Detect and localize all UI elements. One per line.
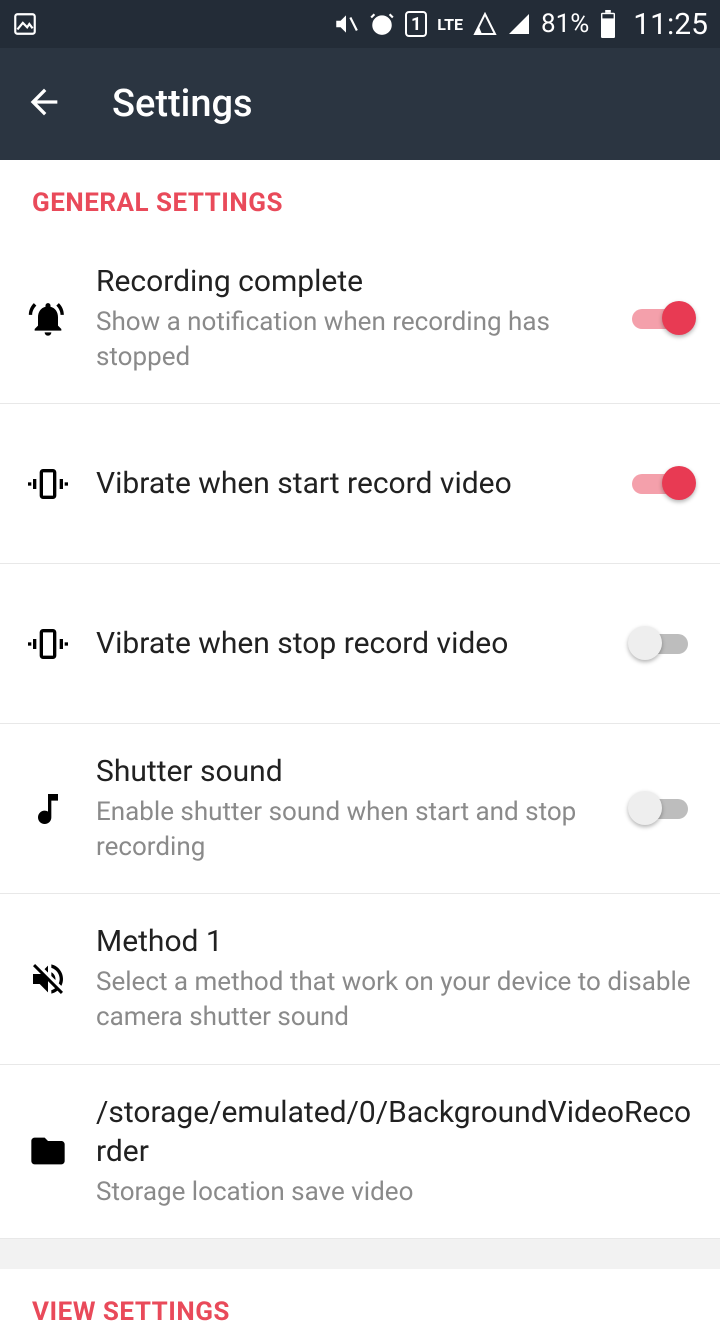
clock: 11:25 bbox=[633, 7, 708, 42]
setting-title: Shutter sound bbox=[96, 752, 604, 791]
app-bar: Settings bbox=[0, 48, 720, 160]
status-left bbox=[12, 11, 38, 37]
battery-icon bbox=[599, 10, 617, 38]
toggle-shutter-sound[interactable] bbox=[628, 789, 696, 829]
setting-storage-location[interactable]: /storage/emulated/0/BackgroundVideoRecor… bbox=[0, 1065, 720, 1239]
section-header-general: GENERAL SETTINGS bbox=[0, 160, 720, 234]
signal-weak-icon bbox=[473, 12, 497, 36]
setting-subtitle: Storage location save video bbox=[96, 1175, 696, 1210]
setting-vibrate-stop[interactable]: Vibrate when stop record video bbox=[0, 564, 720, 724]
setting-shutter-sound[interactable]: Shutter sound Enable shutter sound when … bbox=[0, 724, 720, 894]
setting-vibrate-start[interactable]: Vibrate when start record video bbox=[0, 404, 720, 564]
vibrate-icon bbox=[24, 464, 72, 504]
battery-percent: 81% bbox=[541, 9, 589, 39]
toggle-vibrate-start[interactable] bbox=[628, 464, 696, 504]
setting-title: /storage/emulated/0/BackgroundVideoRecor… bbox=[96, 1093, 696, 1171]
music-note-icon bbox=[24, 789, 72, 829]
signal-icon bbox=[507, 12, 531, 36]
status-bar: 1 LTE 81% 11:25 bbox=[0, 0, 720, 48]
network-label: LTE bbox=[437, 15, 463, 34]
setting-recording-complete[interactable]: Recording complete Show a notification w… bbox=[0, 234, 720, 404]
arrow-back-icon bbox=[24, 82, 64, 122]
setting-title: Recording complete bbox=[96, 262, 604, 301]
setting-subtitle: Show a notification when recording has s… bbox=[96, 305, 604, 375]
toggle-recording-complete[interactable] bbox=[628, 299, 696, 339]
notification-bell-icon bbox=[24, 299, 72, 339]
folder-icon bbox=[24, 1131, 72, 1171]
toggle-vibrate-stop[interactable] bbox=[628, 624, 696, 664]
sim-badge: 1 bbox=[405, 11, 427, 37]
alarm-icon bbox=[369, 11, 395, 37]
page-title: Settings bbox=[112, 82, 253, 126]
setting-title: Method 1 bbox=[96, 922, 696, 961]
vibrate-icon bbox=[24, 624, 72, 664]
volume-off-icon bbox=[24, 959, 72, 999]
setting-title: Vibrate when start record video bbox=[96, 464, 604, 503]
section-gap bbox=[0, 1239, 720, 1269]
setting-subtitle: Enable shutter sound when start and stop… bbox=[96, 795, 604, 865]
image-icon bbox=[12, 11, 38, 37]
setting-title: Vibrate when stop record video bbox=[96, 624, 604, 663]
settings-content: GENERAL SETTINGS Recording complete Show… bbox=[0, 160, 720, 1327]
setting-subtitle: Select a method that work on your device… bbox=[96, 965, 696, 1035]
section-header-view: VIEW SETTINGS bbox=[0, 1269, 720, 1327]
mute-icon bbox=[333, 11, 359, 37]
status-right: 1 LTE 81% 11:25 bbox=[333, 7, 708, 42]
back-button[interactable] bbox=[24, 82, 64, 126]
setting-method[interactable]: Method 1 Select a method that work on yo… bbox=[0, 894, 720, 1064]
